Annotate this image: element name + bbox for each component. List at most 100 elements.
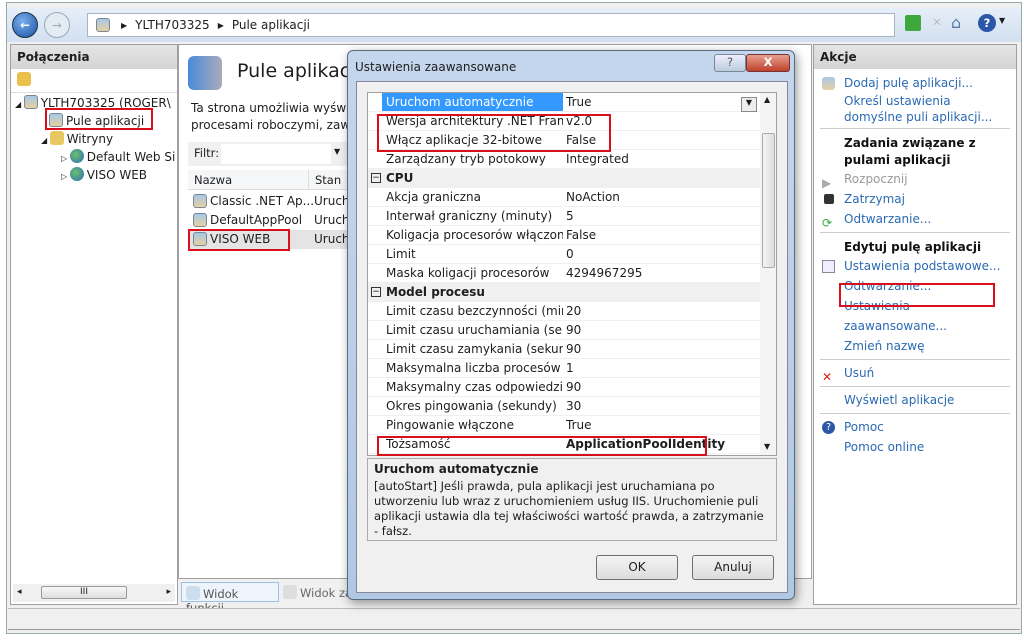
- property-row[interactable]: Akcja graniczna NoAction: [368, 188, 760, 207]
- chevron-down-icon[interactable]: ▼: [334, 147, 340, 156]
- features-view-icon: [186, 586, 200, 600]
- property-label: Maksymalna liczba procesów roboczych: [386, 361, 563, 375]
- property-value[interactable]: True: [566, 95, 592, 109]
- property-row[interactable]: Koligacja procesorów włączona False: [368, 226, 760, 245]
- property-row[interactable]: Maksymalna liczba procesów roboczych1: [368, 359, 760, 378]
- property-row[interactable]: Zarządzany tryb potokowy Integrated: [368, 150, 760, 169]
- ok-button[interactable]: OK: [596, 555, 678, 580]
- table-header: Nazwa Stan: [188, 170, 348, 190]
- property-category[interactable]: − Model procesu: [368, 283, 760, 302]
- server-icon: [23, 95, 38, 109]
- property-value[interactable]: 0: [566, 247, 574, 261]
- breadcrumb-item[interactable]: Pule aplikacji: [232, 18, 310, 32]
- collapse-icon[interactable]: −: [371, 287, 381, 297]
- property-category[interactable]: − CPU: [368, 169, 760, 188]
- action-label: Ustawienia podstawowe...: [844, 259, 1001, 273]
- property-row[interactable]: Limit 0: [368, 245, 760, 264]
- app-pools-icon: [188, 56, 222, 90]
- action-link[interactable]: ✕ Usuń: [814, 363, 1016, 384]
- recycle-icon: ⟳: [822, 216, 833, 230]
- dropdown-button[interactable]: ▼: [741, 97, 757, 112]
- property-label: Limit czasu uruchamiania (sekundy): [386, 323, 563, 337]
- address-bar[interactable]: ▶ YLTH703325 ▶ Pule aplikacji: [87, 13, 895, 37]
- column-header-name[interactable]: Nazwa: [194, 173, 232, 187]
- actions-panel: Akcje Dodaj pulę aplikacji... Określ usta…: [813, 44, 1017, 605]
- description-text: [autoStart] Jeśli prawda, pula aplikacji…: [374, 479, 764, 538]
- property-row[interactable]: Interwał graniczny (minuty) 5: [368, 207, 760, 226]
- status-bar: [8, 608, 1020, 630]
- property-value[interactable]: 1: [566, 361, 574, 375]
- property-value[interactable]: 90: [566, 323, 581, 337]
- vertical-scrollbar[interactable]: ▲ ▼: [760, 93, 776, 455]
- action-label: Rozpocznij: [844, 172, 908, 186]
- stop-icon[interactable]: ✕: [929, 15, 945, 31]
- tab-content-view[interactable]: Widok za: [283, 585, 352, 600]
- table-row[interactable]: Classic .NET Ap... Uruch: [190, 192, 350, 211]
- refresh-icon[interactable]: [905, 15, 921, 31]
- action-link[interactable]: Dodaj pulę aplikacji...: [814, 73, 1016, 93]
- action-link[interactable]: Określ ustawienia domyślne puli aplikacj…: [814, 93, 1016, 125]
- collapse-icon[interactable]: −: [371, 173, 381, 183]
- property-row[interactable]: Pingowanie włączone True: [368, 416, 760, 435]
- home-icon[interactable]: ⌂: [951, 13, 969, 32]
- table-row[interactable]: DefaultAppPool Uruch: [190, 211, 350, 230]
- property-value[interactable]: 90: [566, 380, 581, 394]
- forward-button[interactable]: →: [44, 12, 70, 38]
- action-link[interactable]: Zatrzymaj: [814, 189, 1016, 209]
- filter-bar: Filtr: ▼: [188, 142, 348, 166]
- property-value[interactable]: 5: [566, 209, 574, 223]
- action-link[interactable]: ▶ Rozpocznij: [814, 169, 1016, 190]
- actions-title: Akcje: [814, 45, 1016, 69]
- property-value[interactable]: 30: [566, 399, 581, 413]
- back-button[interactable]: ←: [12, 12, 38, 38]
- property-value[interactable]: True: [566, 418, 592, 432]
- scrollbar-thumb[interactable]: III: [41, 586, 127, 599]
- property-label: Limit czasu zamykania (sekundy): [386, 342, 563, 356]
- cancel-button[interactable]: Anuluj: [692, 555, 774, 580]
- connect-icon[interactable]: [17, 72, 31, 86]
- description-title: Uruchom automatycznie: [374, 462, 539, 476]
- chevron-down-icon[interactable]: ▼: [999, 16, 1005, 25]
- action-label: Odtwarzanie...: [844, 212, 932, 226]
- scrollbar-thumb[interactable]: [762, 133, 775, 268]
- property-value[interactable]: 20: [566, 304, 581, 318]
- play-icon: ▶: [822, 176, 832, 190]
- property-row[interactable]: Limit czasu zamykania (sekundy)90: [368, 340, 760, 359]
- tree-node-sites[interactable]: Witryny: [67, 132, 113, 146]
- property-value[interactable]: False: [566, 228, 596, 242]
- property-row[interactable]: Okres pingowania (sekundy) 30: [368, 397, 760, 416]
- chevron-right-icon: ▶: [217, 20, 224, 30]
- breadcrumb-item[interactable]: YLTH703325: [135, 18, 210, 32]
- action-label: Pomoc online: [844, 440, 925, 454]
- tree-node-viso-web[interactable]: VISO WEB: [87, 168, 147, 182]
- property-row[interactable]: Maksymalny czas odpowiedzi polecenia pin…: [368, 378, 760, 397]
- pool-name: DefaultAppPool: [210, 213, 303, 227]
- pool-name: Classic .NET Ap...: [210, 194, 315, 208]
- action-link[interactable]: Zmień nazwę: [814, 336, 1016, 356]
- chevron-right-icon: ▶: [121, 20, 128, 30]
- help-button[interactable]: ?: [714, 54, 746, 72]
- property-row[interactable]: Limit czasu bezczynności (minuty)20: [368, 302, 760, 321]
- tree-node-default-web-site[interactable]: Default Web Si: [87, 150, 176, 164]
- property-value[interactable]: NoAction: [566, 190, 620, 204]
- action-link[interactable]: Ustawienia podstawowe...: [814, 256, 1016, 276]
- close-button[interactable]: X: [746, 54, 790, 72]
- help-icon[interactable]: ?: [978, 14, 996, 32]
- divider: [820, 232, 1010, 233]
- property-label: Zarządzany tryb potokowy: [386, 152, 546, 166]
- action-link[interactable]: ⟳ Odtwarzanie...: [814, 209, 1016, 230]
- tab-features-view[interactable]: Widok funkcji: [181, 582, 279, 615]
- property-value[interactable]: 4294967295: [566, 266, 642, 280]
- property-row[interactable]: Maska koligacji procesorów 4294967295: [368, 264, 760, 283]
- property-value[interactable]: 90: [566, 342, 581, 356]
- property-value[interactable]: Integrated: [566, 152, 629, 166]
- column-header-state[interactable]: Stan: [308, 170, 347, 190]
- property-row[interactable]: Limit czasu uruchamiania (sekundy)90: [368, 321, 760, 340]
- action-link[interactable]: Pomoc online: [814, 437, 1016, 457]
- divider: [820, 359, 1010, 360]
- action-link[interactable]: Wyświetl aplikacje: [814, 390, 1016, 410]
- action-link[interactable]: ? Pomoc: [814, 417, 1016, 437]
- property-row[interactable]: Uruchom automatycznie True: [368, 93, 760, 112]
- horizontal-scrollbar[interactable]: ◂ III ▸: [13, 584, 175, 602]
- filter-input[interactable]: [221, 144, 331, 164]
